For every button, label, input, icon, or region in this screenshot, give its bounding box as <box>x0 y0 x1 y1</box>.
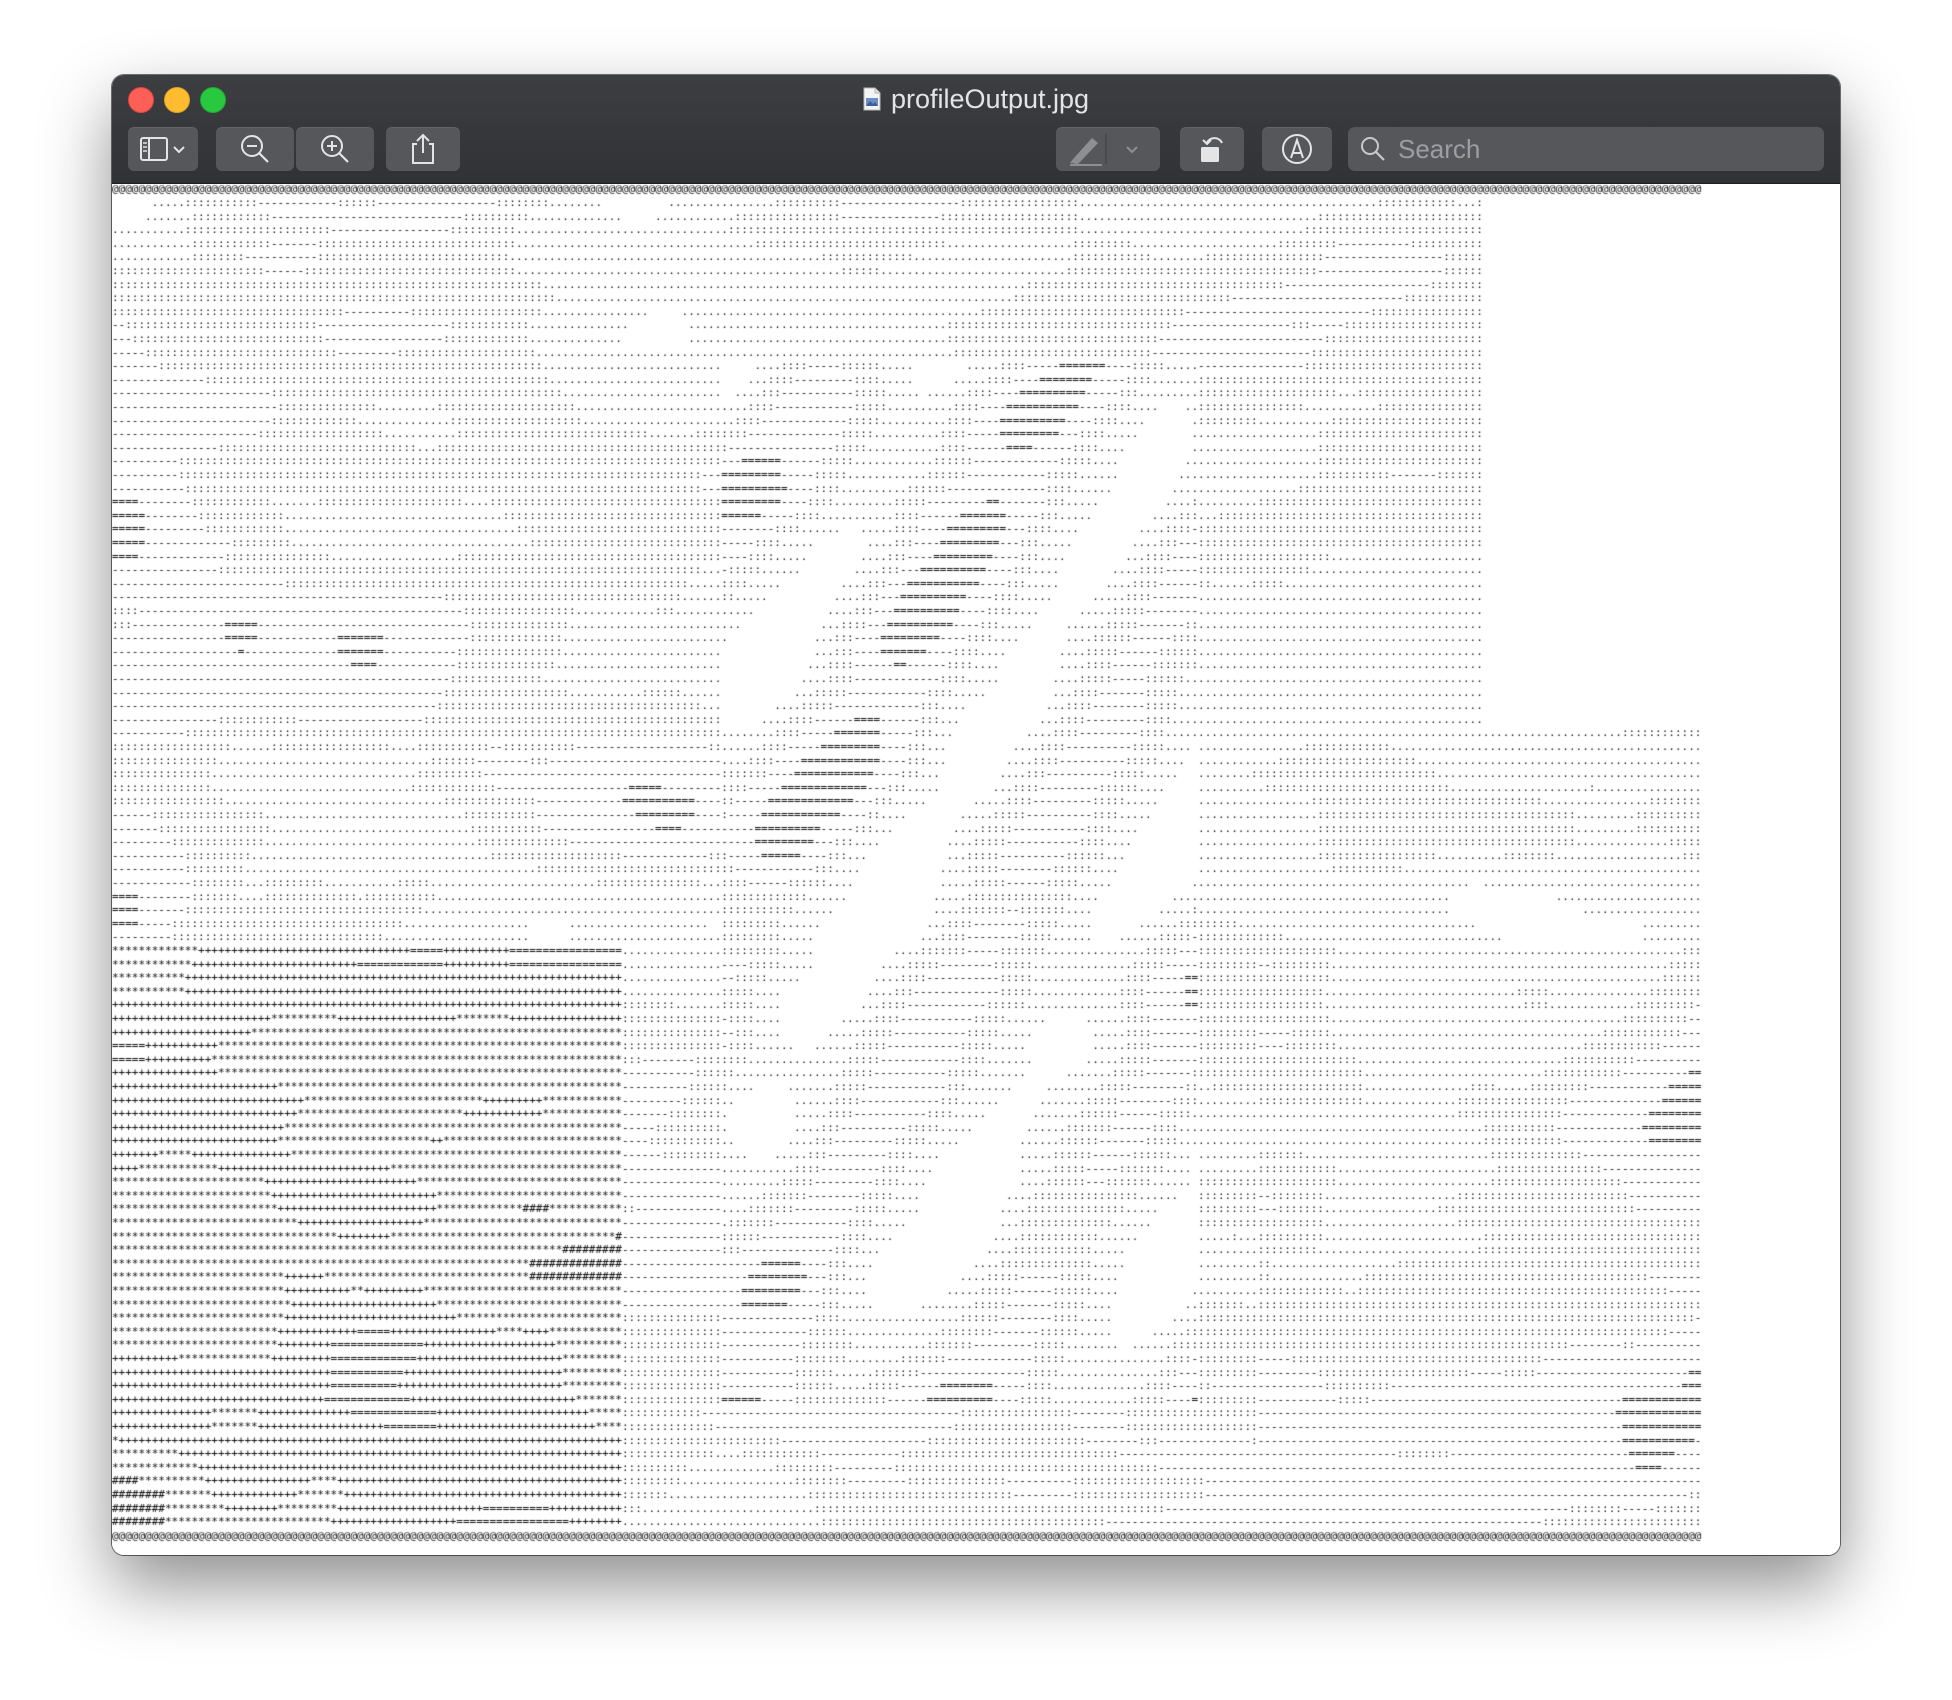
share-icon <box>412 133 434 164</box>
search-field[interactable] <box>1348 127 1824 171</box>
image-viewport[interactable] <box>112 184 1840 1555</box>
search-icon <box>1361 137 1385 161</box>
zoom-out-button[interactable] <box>216 127 294 171</box>
sidebar-toggle-button[interactable] <box>128 127 198 171</box>
window-title-text: profileOutput.jpg <box>890 84 1090 114</box>
rotate-button[interactable] <box>1180 127 1244 171</box>
ascii-art-image <box>112 184 1840 1555</box>
titlebar[interactable]: profileOutput.jpg <box>112 75 1840 184</box>
share-button[interactable] <box>386 127 460 171</box>
zoom-in-icon <box>321 135 349 163</box>
search-input[interactable] <box>1396 132 1810 166</box>
window-title: profileOutput.jpg <box>112 81 1840 117</box>
zoom-out-icon <box>241 135 269 163</box>
markup-button[interactable] <box>1262 127 1332 171</box>
rotate-left-icon <box>1201 137 1223 162</box>
highlight-button[interactable] <box>1056 127 1160 171</box>
preview-window: profileOutput.jpg <box>112 75 1840 1555</box>
markup-pen-icon <box>1282 134 1312 164</box>
chevron-down-icon[interactable] <box>1122 139 1142 159</box>
highlighter-icon <box>1070 134 1107 166</box>
jpg-file-icon <box>863 87 881 111</box>
zoom-in-button[interactable] <box>296 127 374 171</box>
sidebar-icon <box>140 137 185 161</box>
